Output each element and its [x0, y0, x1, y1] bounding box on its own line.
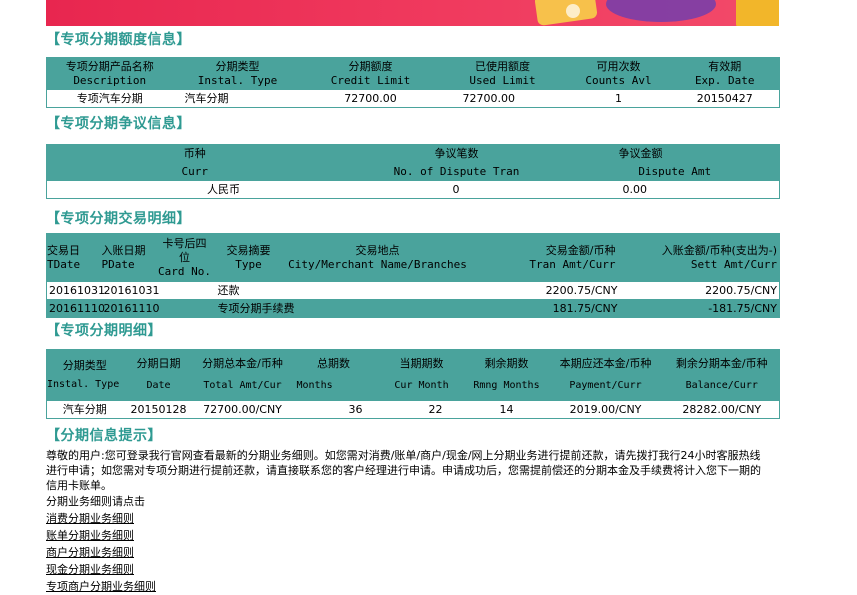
cell-instal-type: 汽车分期 [46, 400, 123, 419]
link-cash-installment-rules[interactable]: 现金分期业务细则 [46, 562, 766, 577]
header-pdate: 入账日期 PDate [101, 233, 156, 282]
table-row: 专项汽车分期 汽车分期 72700.00 72700.00 1 20150427 [46, 89, 780, 108]
cell-location [283, 281, 472, 300]
cell-tdate: 20161031 [46, 281, 105, 300]
header-payment: 本期应还本金/币种 Payment/Curr [546, 349, 665, 401]
header-cur-month: 当期期数 Cur Month [376, 349, 467, 401]
notice-panel: 尊敬的用户:您可登录我行官网查看最新的分期业务细则。如您需对消费/账单/商户/现… [46, 448, 766, 594]
link-consumer-installment-rules[interactable]: 消费分期业务细则 [46, 511, 766, 526]
cell-curr: 人民币 [46, 180, 343, 199]
header-balance: 剩余分期本金/币种 Balance/Curr [664, 349, 780, 401]
header-tdate: 交易日 TDate [46, 233, 102, 282]
cell-sett-amt: 2200.75/CNY [619, 281, 780, 300]
dispute-header-row: 币种 Curr 争议笔数 No. of Dispute Tran 争议金额 Dispu… [46, 144, 780, 181]
link-heading: 分期业务细则请点击 [46, 495, 145, 508]
cell-tdate: 20161110 [46, 299, 105, 318]
installments-table: 分期类型 Instal. Type 分期日期 Date 分期总本金/币种 Total … [46, 349, 780, 419]
installments-title: 【专项分期明细】 [46, 323, 162, 339]
cell-location [283, 299, 472, 318]
cell-total-amt: 72700.00/CNY [194, 400, 291, 419]
cell-sett-amt: -181.75/CNY [619, 299, 780, 318]
table-row: 20161110 20161110 专项分期手续费 181.75/CNY -18… [46, 299, 780, 318]
header-used-limit: 已使用额度 Used Limit [438, 57, 567, 90]
header-rmng-months: 剩余期数 Rmng Months [466, 349, 547, 401]
header-location: 交易地点 City/Merchant Name/Branches [283, 233, 472, 282]
link-special-merchant-installment-rules[interactable]: 专项商户分期业务细则 [46, 579, 766, 594]
credit-info-header-row: 专项分期产品名称 Description 分期类型 Instal. Type 分期额… [46, 57, 780, 90]
header-description: 专项分期产品名称 Description [46, 57, 173, 90]
cell-months: 36 [290, 400, 377, 419]
header-card-no: 卡号后四位 Card No. [155, 233, 214, 282]
header-sett-amt: 入账金额/币种(支出为-) Sett Amt/Curr [619, 233, 780, 282]
link-bill-installment-rules[interactable]: 账单分期业务细则 [46, 528, 766, 543]
table-row: 20161031 20161031 还款 2200.75/CNY 2200.75… [46, 281, 780, 300]
cell-credit-limit: 72700.00 [302, 89, 439, 108]
header-curr: 币种 Curr [46, 144, 343, 181]
installments-header-row: 分期类型 Instal. Type 分期日期 Date 分期总本金/币种 Total … [46, 349, 780, 401]
transactions-table: 交易日 TDate 入账日期 PDate 卡号后四位 Card No. 交易摘要 Typ… [46, 233, 780, 318]
cell-pdate: 20161031 [101, 281, 160, 300]
cell-description: 专项汽车分期 [46, 89, 173, 108]
cell-type: 专项分期手续费 [213, 299, 295, 318]
header-type: 交易摘要 Type [213, 233, 284, 282]
balloon-decoration [606, 0, 716, 22]
cell-dispute-count: 0 [342, 180, 571, 199]
table-row: 汽车分期 20150128 72700.00/CNY 36 22 14 2019… [46, 400, 780, 419]
header-months: 总期数 Months [290, 349, 377, 401]
cell-card-no [155, 299, 214, 318]
credit-info-title: 【专项分期额度信息】 [46, 32, 191, 48]
header-dispute-count: 争议笔数 No. of Dispute Tran [342, 144, 571, 181]
cell-instal-type: 汽车分期 [172, 89, 303, 108]
dispute-info-title: 【专项分期争议信息】 [46, 116, 191, 132]
header-counts-avl: 可用次数 Counts Avl [566, 57, 671, 90]
link-merchant-installment-rules[interactable]: 商户分期业务细则 [46, 545, 766, 560]
cell-type: 还款 [213, 281, 284, 300]
cell-exp-date: 20150427 [670, 89, 780, 108]
sparkle-decoration [566, 4, 580, 18]
dispute-info-table: 币种 Curr 争议笔数 No. of Dispute Tran 争议金额 Dispu… [46, 144, 780, 199]
header-date: 分期日期 Date [122, 349, 195, 401]
cell-balance: 28282.00/CNY [664, 400, 780, 419]
cell-rmng-months: 14 [466, 400, 547, 419]
cell-date: 20150128 [122, 400, 195, 419]
notice-text: 尊敬的用户:您可登录我行官网查看最新的分期业务细则。如您需对消费/账单/商户/现… [46, 449, 761, 492]
cell-tran-amt: 2200.75/CNY [471, 281, 620, 300]
header-credit-limit: 分期额度 Credit Limit [302, 57, 439, 90]
header-dispute-amt: 争议金额 Dispute Amt [570, 144, 780, 181]
header-exp-date: 有效期 Exp. Date [670, 57, 780, 90]
promo-banner [46, 0, 779, 26]
header-instal-type: 分期类型 Instal. Type [172, 57, 303, 90]
transactions-header-row: 交易日 TDate 入账日期 PDate 卡号后四位 Card No. 交易摘要 Typ… [46, 233, 780, 282]
credit-info-table: 专项分期产品名称 Description 分期类型 Instal. Type 分期额… [46, 57, 780, 108]
header-instal-type: 分期类型 Instal. Type [46, 349, 123, 401]
table-row: 人民币 0 0.00 [46, 180, 780, 199]
cell-pdate: 20161110 [101, 299, 160, 318]
notice-title: 【分期信息提示】 [46, 428, 162, 444]
cell-counts-avl: 1 [566, 89, 671, 108]
cell-dispute-amt: 0.00 [570, 180, 780, 199]
cell-payment: 2019.00/CNY [546, 400, 665, 419]
cell-used-limit: 72700.00 [438, 89, 567, 108]
header-tran-amt: 交易金额/币种 Tran Amt/Curr [471, 233, 620, 282]
cell-tran-amt: 181.75/CNY [471, 299, 620, 318]
gift-bag-decoration [736, 0, 779, 26]
cell-cur-month: 22 [376, 400, 467, 419]
cell-card-no [155, 281, 214, 300]
transactions-title: 【专项分期交易明细】 [46, 211, 191, 227]
header-total-amt: 分期总本金/币种 Total Amt/Cur [194, 349, 291, 401]
